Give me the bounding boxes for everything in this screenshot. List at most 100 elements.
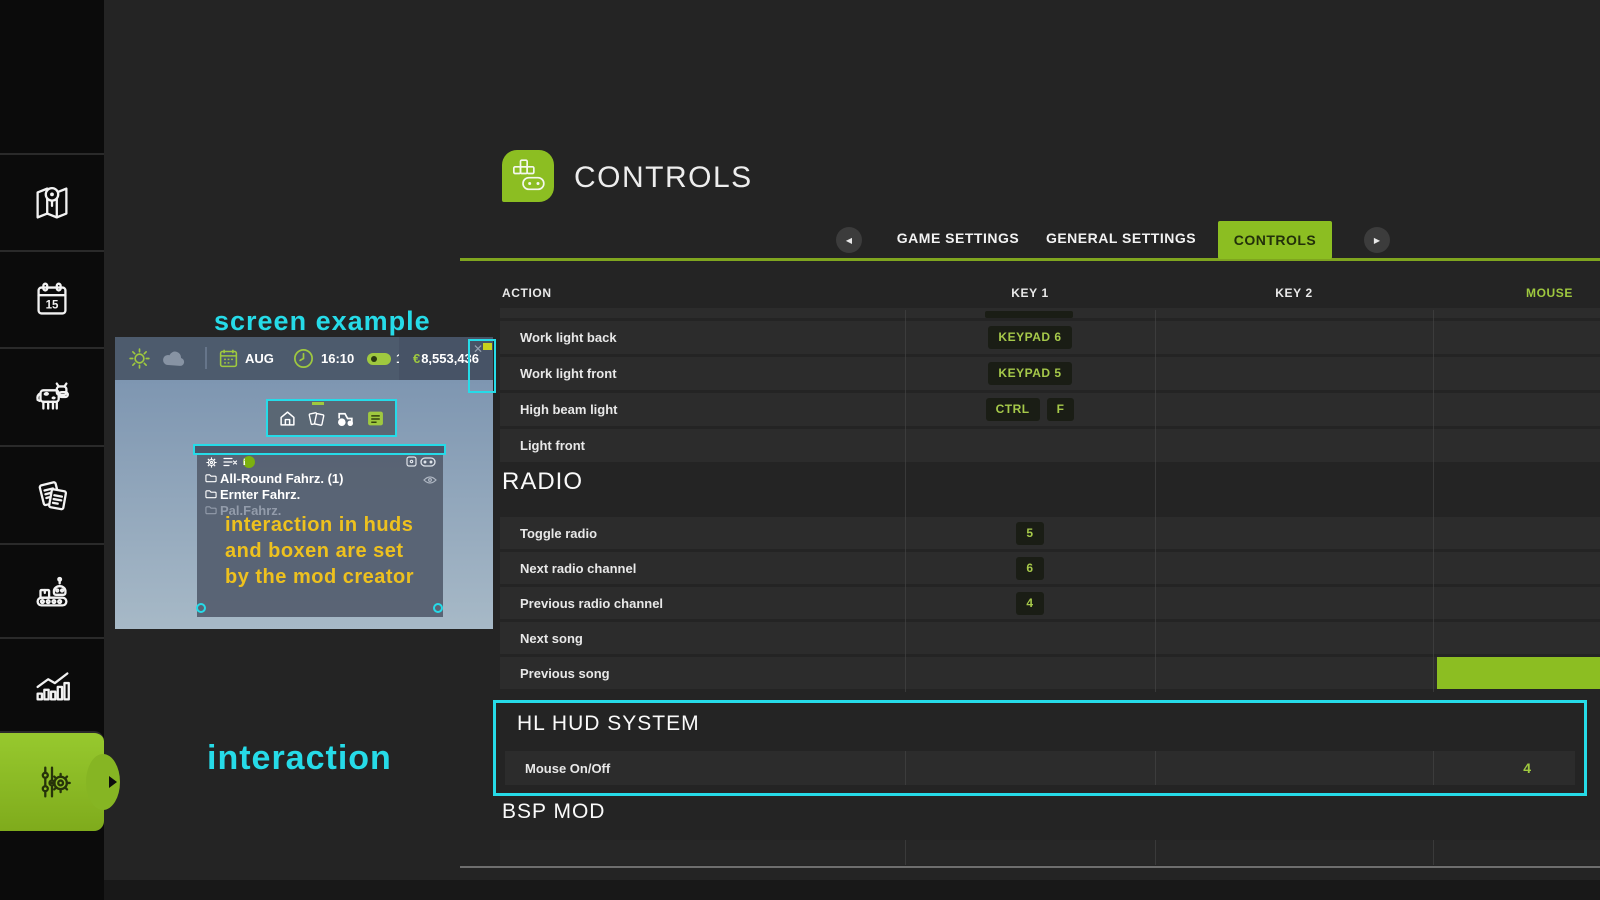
close-annotation-frame: ✕: [468, 339, 496, 393]
action-label: Work light back: [520, 321, 617, 354]
key-binding-badge[interactable]: 4: [1016, 592, 1043, 615]
control-row[interactable]: Work light back KEYPAD 6: [500, 321, 1600, 354]
column-divider: [905, 751, 906, 785]
controls-page-icon: [502, 150, 554, 202]
folder-icon: [205, 505, 217, 515]
mouse-binding-value[interactable]: 4: [1523, 751, 1531, 785]
vehicle-group-label: All-Round Fahrz. (1): [220, 471, 344, 486]
mouse-binding-highlight[interactable]: [1437, 657, 1600, 689]
control-row[interactable]: Work light front KEYPAD 5: [500, 357, 1600, 390]
key1-cell[interactable]: KEYPAD 5: [905, 357, 1155, 390]
hud-time: 16:10: [321, 351, 354, 366]
clock-icon: [292, 347, 315, 370]
annotation-note-line: by the mod creator: [225, 566, 414, 589]
key-binding-badge[interactable]: F: [1047, 398, 1075, 421]
prev-arrow-icon: ◀: [846, 236, 852, 245]
resize-handle: [196, 603, 206, 613]
calendar-icon: 15: [29, 277, 75, 323]
control-row[interactable]: Mouse On/Off 4: [505, 751, 1575, 785]
page-title: CONTROLS: [574, 161, 753, 195]
control-row[interactable]: Previous song: [500, 657, 1600, 689]
control-row[interactable]: Toggle radio 5: [500, 517, 1600, 549]
list-bottom-border: [460, 866, 1600, 868]
key1-cell[interactable]: 6: [905, 552, 1155, 584]
sidebar-item-calendar[interactable]: 15: [0, 250, 104, 347]
filter-list-icon: [223, 457, 238, 468]
currency-symbol: €: [413, 351, 420, 366]
documents-icon: [29, 472, 75, 518]
control-row[interactable]: High beam light CTRL F: [500, 393, 1600, 426]
sidebar: 15: [0, 0, 104, 900]
resize-handle: [433, 603, 443, 613]
eye-icon: [423, 475, 437, 485]
action-label: Toggle radio: [520, 517, 597, 549]
minimap-chip: [483, 343, 492, 350]
sidebar-item-statistics[interactable]: [0, 637, 104, 731]
hl-hud-annotation-frame: HL HUD SYSTEM Mouse On/Off 4: [493, 700, 1587, 796]
key-binding-badge[interactable]: 5: [1016, 522, 1043, 545]
action-label: Next song: [520, 622, 583, 654]
farm-icon: [279, 410, 296, 427]
control-row[interactable]: Light front: [500, 429, 1600, 462]
cow-icon: [29, 374, 75, 420]
folder-icon: [205, 489, 217, 499]
column-header-action: ACTION: [502, 286, 552, 300]
sidebar-item-animals[interactable]: [0, 347, 104, 445]
calendar-day-label: 15: [46, 299, 59, 311]
tabbar-divider: [460, 258, 1600, 261]
column-divider: [1155, 310, 1156, 692]
section-title-hl-hud: HL HUD SYSTEM: [517, 712, 700, 736]
tab-controls[interactable]: CONTROLS: [1218, 221, 1332, 259]
tabs-next-button[interactable]: ▶: [1364, 227, 1390, 253]
control-row[interactable]: [500, 840, 1600, 865]
action-label: Previous radio channel: [520, 587, 663, 619]
control-row[interactable]: Previous radio channel 4: [500, 587, 1600, 619]
column-divider: [1155, 751, 1156, 785]
toolbar-active-dash: [312, 402, 324, 405]
sidebar-item-settings[interactable]: [0, 731, 104, 831]
column-divider: [1433, 310, 1434, 692]
key1-cell[interactable]: 5: [905, 517, 1155, 549]
cards-icon: [308, 410, 325, 427]
hud-toolbar-annotation-frame: [266, 399, 397, 437]
key-binding-badge[interactable]: KEYPAD 6: [988, 326, 1071, 349]
action-label: High beam light: [520, 393, 618, 426]
section-title-radio: RADIO: [502, 468, 583, 496]
sidebar-item-production[interactable]: [0, 543, 104, 637]
tractor-icon: [336, 410, 355, 427]
key-binding-badge[interactable]: CTRL: [986, 398, 1040, 421]
key1-cell[interactable]: 4: [905, 587, 1155, 619]
gear-icon: [205, 456, 218, 469]
key-binding-badge[interactable]: KEYPAD 5: [988, 362, 1071, 385]
annotation-interaction: interaction: [207, 739, 392, 778]
key1-cell[interactable]: CTRL F: [905, 393, 1155, 426]
hud-month: AUG: [245, 351, 274, 366]
key1-cell[interactable]: KEYPAD 6: [905, 321, 1155, 354]
folder-icon: [205, 473, 217, 483]
tab-game-settings[interactable]: GAME SETTINGS: [896, 230, 1020, 246]
time-speed-pill: [367, 353, 391, 365]
mod-menu-icon: [367, 410, 384, 427]
sidebar-item-map[interactable]: [0, 153, 104, 250]
tabs-prev-button[interactable]: ◀: [836, 227, 862, 253]
column-divider: [1433, 751, 1434, 785]
hud-topbar: AUG 16:10 1 €8,553,436: [115, 337, 493, 380]
vehicle-group-item: Ernter Fahrz.: [205, 486, 300, 502]
sun-icon: [127, 346, 152, 371]
key-binding-badge[interactable]: 6: [1016, 557, 1043, 580]
hud-box-icon: [406, 456, 417, 467]
vehicle-list-panel: i All-Round Fahrz. (1) Ernter Fahrz. Pal…: [197, 448, 443, 617]
column-header-key2: KEY 2: [1155, 286, 1433, 300]
screen-example-inset: AUG 16:10 1 €8,553,436 ✕: [115, 337, 493, 629]
control-row[interactable]: Next song: [500, 622, 1600, 654]
sidebar-item-contracts[interactable]: [0, 445, 104, 543]
settings-icon: [29, 759, 75, 805]
column-divider: [905, 840, 906, 865]
action-label: Next radio channel: [520, 552, 636, 584]
tab-general-settings[interactable]: GENERAL SETTINGS: [1040, 230, 1202, 246]
column-divider: [1433, 840, 1434, 865]
action-label: Work light front: [520, 357, 617, 390]
action-label: Previous song: [520, 657, 610, 689]
control-row[interactable]: Next radio channel 6: [500, 552, 1600, 584]
panel-titlebar-annotation-frame: [193, 444, 446, 455]
